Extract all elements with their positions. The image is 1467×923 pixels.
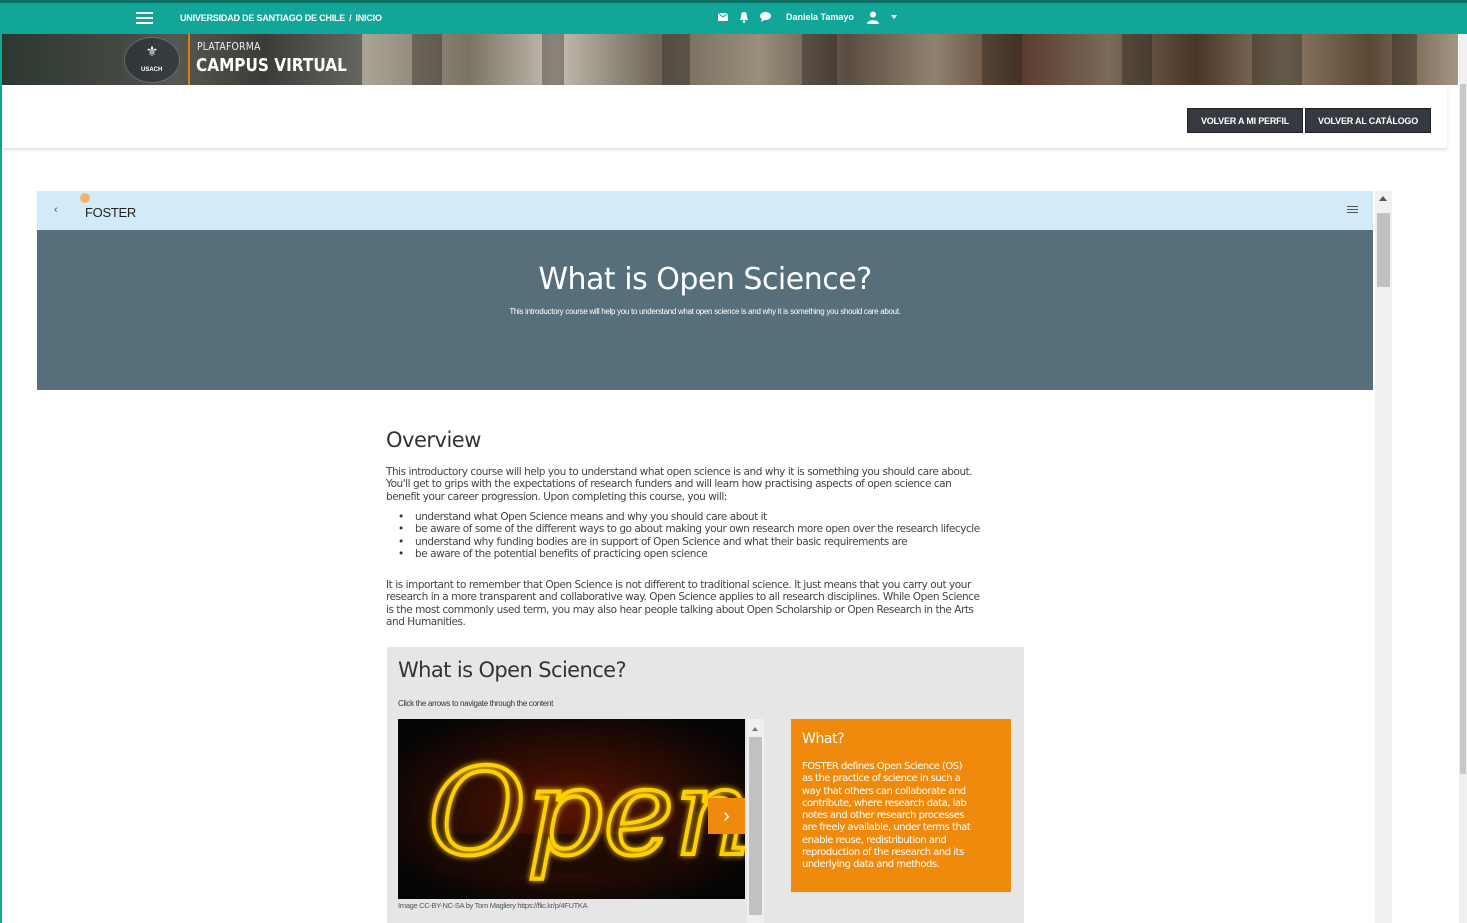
open-neon-image: Open (398, 719, 745, 899)
image-scrollbar-thumb[interactable] (749, 737, 762, 915)
mail-icon[interactable] (717, 11, 729, 23)
what-card: What? FOSTER defines Open Science (OS) a… (791, 719, 1011, 892)
banner-window (542, 34, 564, 85)
page-scrollbar[interactable] (1459, 34, 1467, 923)
module-instruction: Click the arrows to navigate through the… (398, 699, 554, 708)
what-card-line: contribute, where research data, lab (802, 797, 967, 809)
usach-crest-icon: ⚜ (145, 43, 159, 59)
foster-logo-icon (80, 193, 90, 203)
what-card-line: underlying data and methods. (802, 859, 940, 871)
list-item: understand why funding bodies are in sup… (398, 536, 980, 549)
content-scrollbar[interactable] (1375, 191, 1392, 923)
breadcrumb-separator: / (349, 13, 352, 23)
module-box: What is Open Science? Click the arrows t… (387, 647, 1024, 923)
what-card-line: FOSTER defines Open Science (OS) (802, 761, 963, 772)
what-card-body: FOSTER defines Open Science (OS) as the … (802, 761, 1006, 872)
bell-icon[interactable] (738, 11, 750, 23)
content-scrollbar-thumb[interactable] (1377, 213, 1390, 287)
overview-intro: This introductory course will help you t… (386, 466, 1026, 503)
caret-down-icon[interactable] (888, 11, 900, 23)
user-name[interactable]: Daniela Tamayo (786, 12, 854, 22)
banner-window (1392, 34, 1417, 85)
banner-window (1252, 34, 1302, 85)
overview-intro-line: benefit your career progression. Upon co… (386, 490, 727, 503)
banner-window (662, 34, 690, 85)
overview-note-line: It is important to remember that Open Sc… (386, 579, 971, 591)
page-scrollbar-thumb[interactable] (1460, 84, 1466, 774)
hero-title: What is Open Science? (538, 262, 872, 297)
usach-logo-text: USACH (141, 67, 163, 73)
top-icons: Daniela Tamayo (717, 11, 900, 24)
learning-outcomes-list: understand what Open Science means and w… (398, 511, 980, 561)
banner-window (802, 34, 837, 85)
overview-note: It is important to remember that Open Sc… (386, 579, 1026, 629)
banner-window (412, 34, 442, 85)
what-card-line: are freely available, under terms that (802, 822, 971, 834)
overview-note-line: and Humanities. (386, 616, 466, 629)
banner-window (1122, 34, 1152, 85)
image-scroll-up-icon[interactable] (752, 727, 758, 731)
back-chevron-icon[interactable]: ‹ (54, 204, 58, 216)
breadcrumb-org[interactable]: UNIVERSIDAD DE SANTIAGO DE CHILE (180, 13, 345, 23)
course-header-bar (37, 191, 1373, 230)
left-edge (0, 34, 2, 923)
breadcrumb: UNIVERSIDAD DE SANTIAGO DE CHILE / INICIO (180, 13, 382, 23)
overview-intro-line: You'll get to grips with the expectation… (386, 478, 952, 491)
back-to-profile-button[interactable]: VOLVER A MI PERFIL (1187, 108, 1303, 133)
open-neon-word: Open (428, 744, 745, 883)
banner-window (982, 34, 1022, 85)
campus-virtual-title: CAMPUS VIRTUAL (196, 55, 347, 76)
overview-heading: Overview (386, 428, 481, 452)
what-card-line: way that others can collaborate and (802, 785, 966, 797)
top-navbar: UNIVERSIDAD DE SANTIAGO DE CHILE / INICIO … (0, 0, 1467, 34)
back-to-catalog-button[interactable]: VOLVER AL CATÁLOGO (1305, 108, 1431, 133)
menu-icon[interactable] (136, 12, 153, 24)
module-title: What is Open Science? (398, 658, 627, 682)
hero-subtitle: This introductory course will help you t… (509, 307, 901, 316)
image-credit: Image CC-BY-NC-SA by Tom Magliery https:… (398, 901, 588, 910)
breadcrumb-current[interactable]: INICIO (355, 13, 382, 23)
image-scrollbar[interactable] (747, 719, 764, 923)
overview-note-line: research in a more transparent and colla… (386, 591, 980, 604)
overview-intro-line: This introductory course will help you t… (386, 466, 973, 478)
plataforma-label: PLATAFORMA (197, 40, 261, 53)
what-card-line: as the practice of science in such a (802, 773, 961, 785)
list-item: be aware of some of the different ways t… (398, 523, 980, 536)
user-icon[interactable] (866, 11, 879, 24)
scroll-up-arrow-icon[interactable] (1379, 196, 1387, 201)
list-menu-icon[interactable] (1347, 206, 1358, 215)
chat-icon[interactable] (759, 11, 771, 23)
what-card-line: notes and other research processes (802, 810, 964, 822)
overview-note-line: is the most commonly used term, you may … (386, 603, 974, 616)
what-card-line: enable reuse, redistribution and (802, 834, 947, 846)
next-arrow-button[interactable]: › (708, 798, 745, 834)
course-name[interactable]: FOSTER (85, 205, 136, 220)
course-hero: What is Open Science? This introductory … (37, 230, 1373, 390)
list-item: understand what Open Science means and w… (398, 511, 980, 524)
banner-accent-bar (188, 34, 190, 85)
what-card-line: reproduction of the research and its (802, 847, 964, 859)
what-card-title: What? (802, 731, 845, 747)
list-item: be aware of the potential benefits of pr… (398, 548, 980, 561)
campus-banner: ⚜ USACH PLATAFORMA CAMPUS VIRTUAL (2, 34, 1458, 85)
action-bar: VOLVER A MI PERFIL VOLVER AL CATÁLOGO (2, 85, 1447, 148)
